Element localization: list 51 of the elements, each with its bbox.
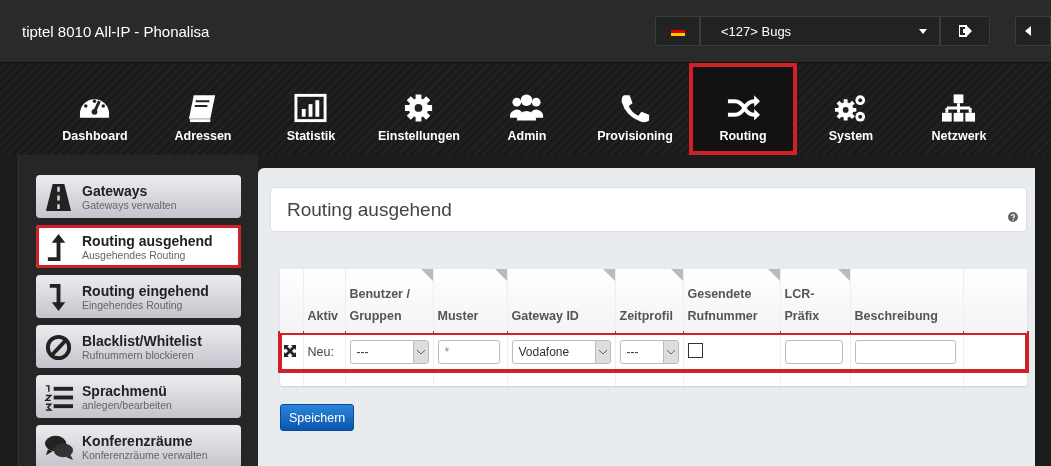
network-icon	[942, 92, 976, 123]
column-header: Gesendete Rufnummer	[683, 269, 780, 333]
column-header: Beschreibung	[850, 269, 963, 333]
nav-tab[interactable]: Statistik	[257, 63, 365, 155]
chevron-down-icon	[416, 349, 425, 355]
move-icon	[284, 344, 296, 357]
dropdown[interactable]: Vodafone	[511, 340, 611, 364]
nav-tab[interactable]: Provisioning	[581, 63, 689, 155]
row-label: Neu:	[303, 333, 345, 371]
column-header: Gateway ID	[507, 269, 615, 333]
save-button[interactable]: Speichern	[280, 404, 355, 431]
nav-tab[interactable]: Adressen	[149, 63, 257, 155]
input-field[interactable]	[854, 340, 956, 364]
users-icon	[510, 92, 544, 123]
column-header: LCR-Präfix	[780, 269, 850, 333]
help-icon	[1008, 211, 1018, 222]
column-header: Zeitprofil	[615, 269, 683, 333]
column-header: Aktiv	[303, 269, 345, 333]
column-header: Benutzer / Gruppen	[345, 269, 433, 333]
sidebar-item[interactable]: Gateways Gateways verwalten	[36, 175, 241, 218]
dropdown[interactable]: ---	[619, 340, 679, 364]
nav-tab[interactable]: Netzwerk	[905, 63, 1013, 155]
user-select[interactable]: <127> Bugs	[700, 16, 940, 46]
sidebar-item[interactable]: Konferenzräume Konferenzräume verwalten	[36, 425, 241, 466]
sidebar-item[interactable]: Sprachmenü anlegen/bearbeiten	[36, 375, 241, 418]
logout-icon	[958, 25, 972, 37]
nav-tab[interactable]: System	[797, 63, 905, 155]
back-button[interactable]	[1015, 16, 1051, 46]
bar-chart-icon	[294, 92, 328, 123]
nav-tab[interactable]: Einstellungen	[365, 63, 473, 155]
sidebar-item[interactable]: Routing ausgehend Ausgehendes Routing	[36, 225, 241, 268]
flag-button[interactable]	[655, 16, 700, 46]
caret-icon	[1025, 26, 1031, 36]
sidebar-item[interactable]: Routing eingehend Eingehendes Routing	[36, 275, 241, 318]
nav-tab[interactable]: Admin	[473, 63, 581, 155]
nav-tab[interactable]: Dashboard	[41, 63, 149, 155]
dropdown[interactable]: ---	[349, 340, 429, 364]
input-field[interactable]: *	[437, 340, 500, 364]
gears-icon	[834, 92, 868, 123]
logout-button[interactable]	[940, 16, 990, 46]
page-title: Routing ausgehend	[287, 198, 452, 221]
window-title: tiptel 8010 All-IP - Phonalisa	[21, 22, 211, 40]
input-field[interactable]	[784, 340, 843, 364]
road-icon	[44, 181, 74, 212]
caret-icon	[919, 28, 927, 34]
nav-tab[interactable]: Routing	[689, 63, 797, 155]
checkbox[interactable]	[687, 343, 703, 358]
sidebar-item[interactable]: Blacklist/Whitelist Rufnummern blockieren	[36, 325, 241, 368]
chevron-down-icon	[598, 349, 607, 355]
chevron-down-icon	[666, 349, 675, 355]
column-header: Muster	[433, 269, 507, 333]
